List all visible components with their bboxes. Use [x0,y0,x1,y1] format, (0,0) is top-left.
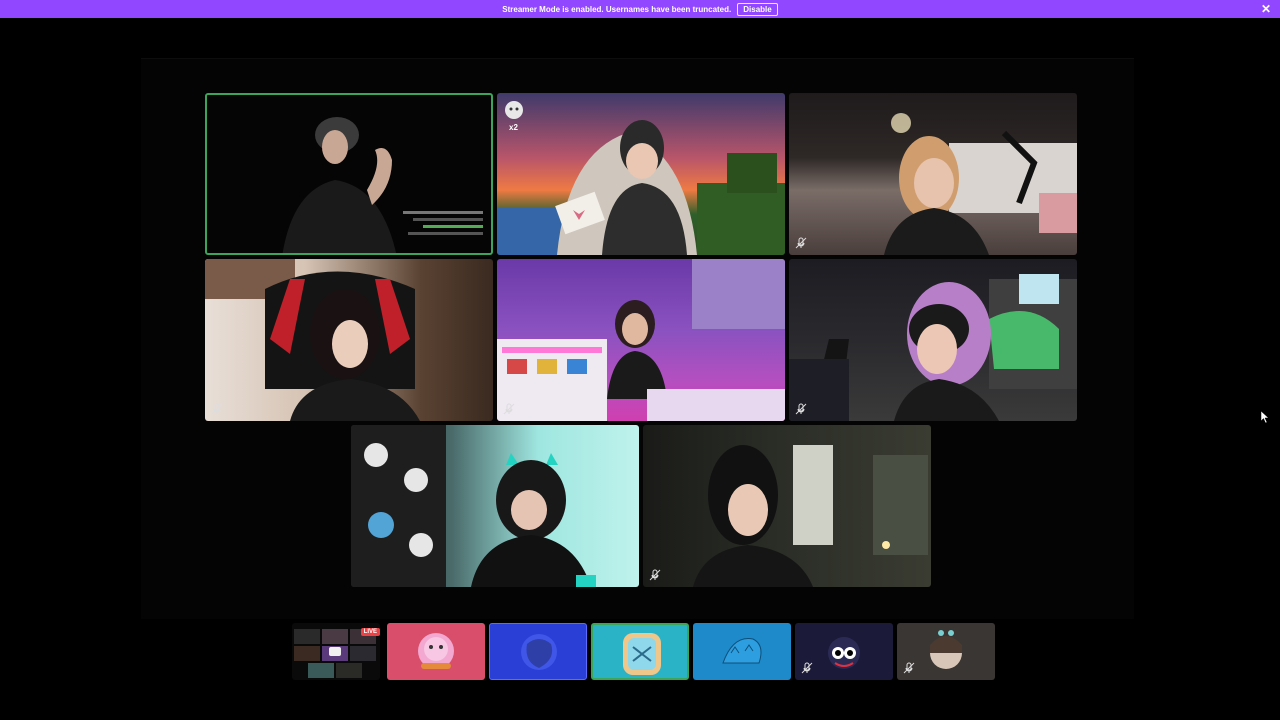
streamer-mode-banner: Streamer Mode is enabled. Usernames have… [0,0,1280,18]
stream-preview-thumbnail[interactable]: LIVE [292,623,380,680]
muted-icon [503,403,515,415]
disable-streamer-mode-button[interactable]: Disable [737,2,778,16]
video-tile-8[interactable] [643,425,931,587]
muted-icon [649,569,661,581]
participant-sky-avatar[interactable] [693,623,791,680]
avatar [623,633,661,675]
emote-icon: x2 [503,99,525,132]
tile-3-video [884,113,1077,255]
video-stage: x2 [141,58,1134,619]
muted-icon [801,662,813,674]
chat-overlay [398,207,483,239]
avatar [521,634,557,670]
video-tile-4[interactable] [205,259,493,421]
video-tile-5[interactable] [497,259,785,421]
tile-7-video [351,425,596,587]
avatar [418,633,454,669]
participant-pink-avatar[interactable] [387,623,485,680]
participant-dark-avatar[interactable] [795,623,893,680]
participant-blue-avatar[interactable] [489,623,587,680]
tile-6-video [789,274,1077,421]
video-tile-3[interactable] [789,93,1077,255]
video-tile-7[interactable] [351,425,639,587]
muted-icon [795,237,807,249]
tile-5-video [497,259,785,421]
video-tile-1[interactable] [205,93,493,255]
emote-count: x2 [509,123,518,132]
muted-icon [795,403,807,415]
live-badge: LIVE [360,628,380,636]
tile-2-video [497,120,785,255]
mouse-cursor-icon [1261,411,1269,423]
close-banner-icon[interactable]: ✕ [1261,2,1271,16]
tile-8-video [693,445,928,587]
participant-toast-avatar[interactable] [591,623,689,680]
video-tile-6[interactable] [789,259,1077,421]
muted-icon [211,403,223,415]
muted-icon [903,662,915,674]
participant-brown-avatar[interactable] [897,623,995,680]
video-tile-2[interactable]: x2 [497,93,785,255]
streamer-mode-text: Streamer Mode is enabled. Usernames have… [502,4,732,14]
avatar [722,638,762,664]
tile-4-video [205,259,420,421]
